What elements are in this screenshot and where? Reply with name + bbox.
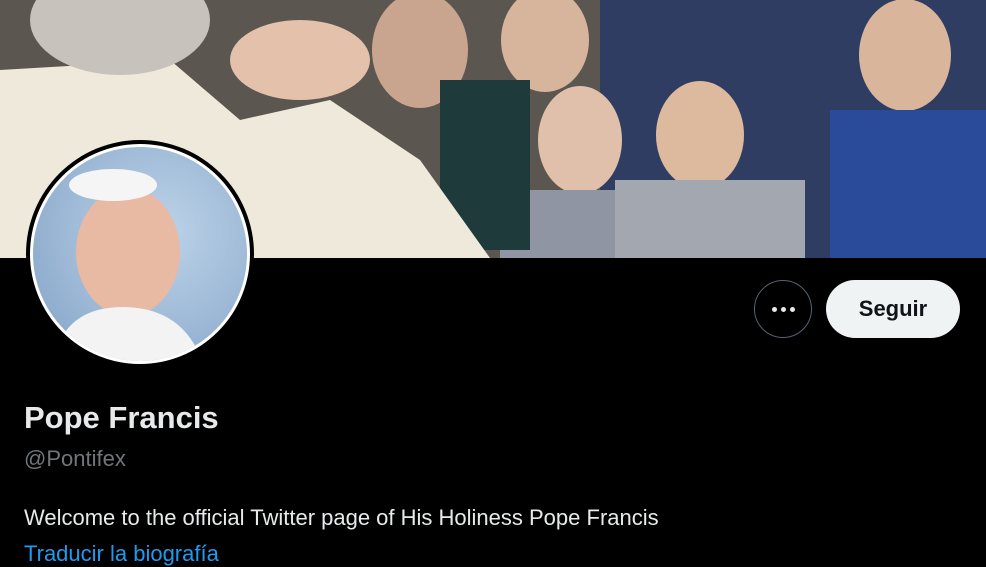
translate-bio-link[interactable]: Traducir la biografía xyxy=(24,541,219,567)
more-horizontal-icon xyxy=(771,306,795,312)
more-options-button[interactable] xyxy=(754,280,812,338)
profile-bio: Welcome to the official Twitter page of … xyxy=(24,505,659,530)
profile-handle: @Pontifex xyxy=(24,446,126,471)
profile-avatar[interactable] xyxy=(26,140,254,368)
avatar-illustration xyxy=(53,169,203,361)
profile-name: Pope Francis xyxy=(24,400,219,435)
follow-button[interactable]: Seguir xyxy=(826,280,960,338)
avatar-photo xyxy=(30,144,250,364)
